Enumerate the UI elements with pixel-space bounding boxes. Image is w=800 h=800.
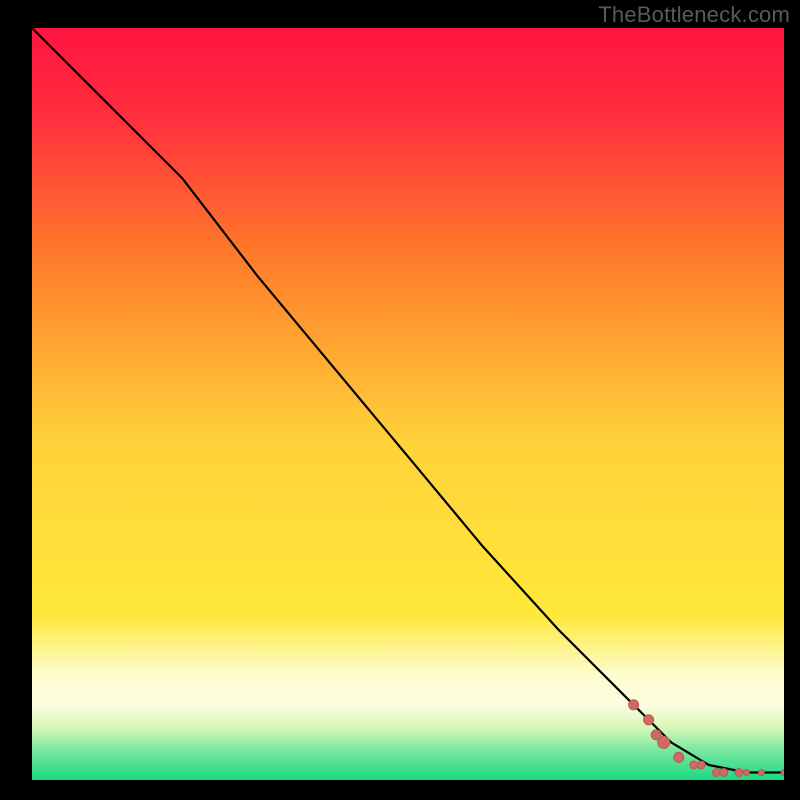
plot-area	[32, 28, 784, 780]
data-point	[697, 761, 705, 769]
data-point	[743, 770, 749, 776]
data-point	[712, 769, 720, 777]
watermark-text: TheBottleneck.com	[598, 2, 790, 28]
data-point	[629, 700, 639, 710]
chart-svg	[32, 28, 784, 780]
data-point	[781, 770, 784, 776]
chart-frame: TheBottleneck.com	[0, 0, 800, 800]
data-point	[720, 769, 728, 777]
data-point	[644, 715, 654, 725]
data-point	[758, 770, 764, 776]
data-point	[674, 752, 684, 762]
data-point	[690, 761, 698, 769]
data-point	[735, 769, 743, 777]
data-point	[658, 736, 670, 748]
